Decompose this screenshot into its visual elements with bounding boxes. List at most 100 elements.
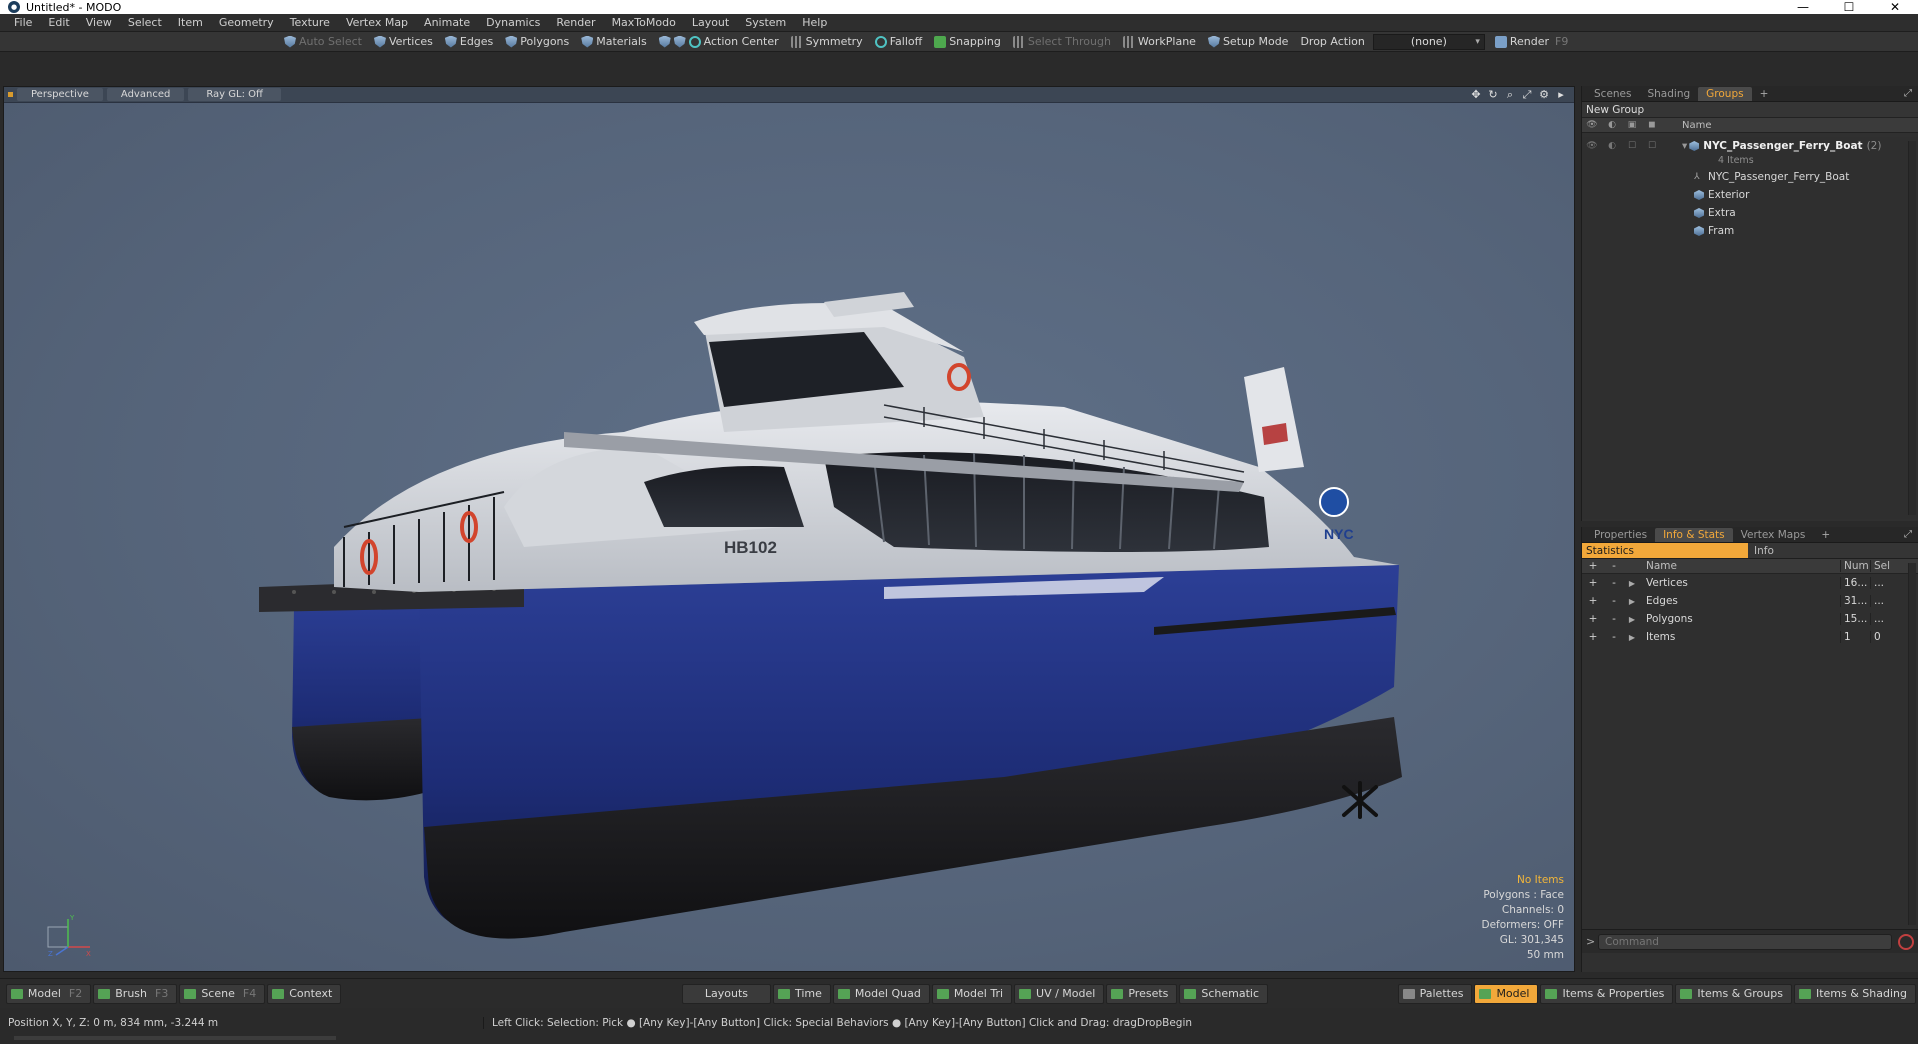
tree-item-extra[interactable]: Extra: [1582, 204, 1918, 222]
select-through-button[interactable]: Select Through: [1009, 33, 1117, 51]
expand-arrow-icon[interactable]: ▶: [1624, 633, 1640, 642]
context-layout-button[interactable]: Context: [267, 983, 342, 1004]
menu-geometry[interactable]: Geometry: [211, 16, 282, 29]
action-center-button[interactable]: Action Center: [655, 33, 785, 51]
add-tab-button[interactable]: +: [1752, 87, 1777, 101]
items-groups-icon: [1680, 988, 1693, 999]
collapse-all-icon[interactable]: -: [1604, 560, 1624, 572]
menu-dynamics[interactable]: Dynamics: [478, 16, 548, 29]
auto-select-button[interactable]: Auto Select: [280, 33, 368, 51]
items-properties-button[interactable]: Items & Properties: [1540, 983, 1674, 1004]
menu-view[interactable]: View: [78, 16, 120, 29]
expand-arrow-icon[interactable]: ▶: [1624, 579, 1640, 588]
group-row[interactable]: 👁 ◐ ☐ ☐ ▾ NYC_Passenger_Ferry_Boat (2): [1582, 137, 1918, 155]
tab-shading[interactable]: Shading: [1639, 87, 1698, 101]
materials-button[interactable]: Materials: [577, 33, 652, 51]
panel-expand-icon[interactable]: ⤢: [1904, 529, 1912, 540]
channels-text: Channels: 0: [1501, 904, 1564, 916]
palettes-button[interactable]: Palettes: [1397, 983, 1473, 1004]
command-history-icon[interactable]: >: [1586, 935, 1598, 948]
menu-system[interactable]: System: [737, 16, 794, 29]
menu-layout[interactable]: Layout: [684, 16, 737, 29]
tab-statistics[interactable]: Statistics: [1582, 543, 1748, 558]
menu-render[interactable]: Render: [548, 16, 603, 29]
close-button[interactable]: ✕: [1872, 0, 1918, 14]
remove-selection-icon[interactable]: -: [1604, 595, 1624, 607]
snapping-button[interactable]: Snapping: [930, 33, 1007, 51]
uv-model-button[interactable]: UV / Model: [1014, 983, 1105, 1004]
table-row[interactable]: + - ▶ Polygons 15... ...: [1582, 610, 1918, 628]
layouts-button[interactable]: Layouts: [681, 983, 771, 1004]
remove-selection-icon[interactable]: -: [1604, 577, 1624, 589]
menu-file[interactable]: File: [6, 16, 40, 29]
3d-viewport[interactable]: Perspective Advanced Ray GL: Off ✥ ↻ ⌕ ⤢…: [3, 86, 1575, 972]
command-bar: >: [1582, 929, 1918, 953]
tab-info-stats[interactable]: Info & Stats: [1655, 527, 1733, 542]
model-quad-button[interactable]: Model Quad: [832, 983, 930, 1004]
tab-properties[interactable]: Properties: [1586, 528, 1655, 542]
brush-layout-button[interactable]: Brush F3: [93, 983, 178, 1004]
menu-select[interactable]: Select: [120, 16, 170, 29]
table-row[interactable]: + - ▶ Items 1 0: [1582, 628, 1918, 646]
command-input[interactable]: [1598, 933, 1892, 950]
render-button[interactable]: Render F9: [1491, 33, 1575, 51]
tree-item-exterior[interactable]: Exterior: [1582, 186, 1918, 204]
add-selection-icon[interactable]: +: [1582, 613, 1604, 625]
remove-selection-icon[interactable]: -: [1604, 631, 1624, 643]
model-tri-button[interactable]: Model Tri: [931, 983, 1013, 1004]
remove-selection-icon[interactable]: -: [1604, 613, 1624, 625]
workplane-button[interactable]: WorkPlane: [1119, 33, 1202, 51]
items-groups-button[interactable]: Items & Groups: [1675, 983, 1792, 1004]
menu-item[interactable]: Item: [170, 16, 211, 29]
table-row[interactable]: + - ▶ Edges 31... ...: [1582, 592, 1918, 610]
add-selection-icon[interactable]: +: [1582, 595, 1604, 607]
time-button[interactable]: Time: [773, 983, 831, 1004]
scene-layout-button[interactable]: Scene F4: [179, 983, 266, 1004]
model-tab-button[interactable]: Model: [1474, 983, 1539, 1004]
tab-scenes[interactable]: Scenes: [1586, 87, 1639, 101]
expand-arrow-icon[interactable]: ▶: [1624, 615, 1640, 624]
expand-all-icon[interactable]: +: [1582, 560, 1604, 572]
presets-button[interactable]: Presets: [1106, 983, 1178, 1004]
setup-mode-button[interactable]: Setup Mode: [1204, 33, 1294, 51]
tree-item-locator[interactable]: ⅄ NYC_Passenger_Ferry_Boat: [1582, 168, 1918, 186]
group-lock-toggle[interactable]: ☐: [1622, 141, 1642, 151]
panel-expand-icon[interactable]: ⤢: [1904, 88, 1912, 99]
symmetry-button[interactable]: Symmetry: [787, 33, 869, 51]
group-visibility-toggle[interactable]: 👁: [1582, 141, 1602, 151]
record-macro-icon[interactable]: [1898, 933, 1914, 950]
add-tab-button[interactable]: +: [1813, 528, 1838, 542]
schematic-button[interactable]: Schematic: [1179, 983, 1269, 1004]
expand-arrow-icon[interactable]: ▶: [1624, 597, 1640, 606]
falloff-button[interactable]: Falloff: [871, 33, 928, 51]
menu-animate[interactable]: Animate: [416, 16, 478, 29]
maximize-button[interactable]: ☐: [1826, 0, 1872, 14]
vertices-button[interactable]: Vertices: [370, 33, 439, 51]
add-selection-icon[interactable]: +: [1582, 631, 1604, 643]
menu-vertex-map[interactable]: Vertex Map: [338, 16, 416, 29]
menu-help[interactable]: Help: [794, 16, 835, 29]
no-items-text: No Items: [1517, 874, 1564, 886]
expand-arrow-icon[interactable]: ▾: [1682, 140, 1687, 152]
items-shading-button[interactable]: Items & Shading: [1793, 983, 1916, 1004]
tab-vertex-maps[interactable]: Vertex Maps: [1733, 528, 1814, 542]
drop-action-select[interactable]: (none): [1372, 33, 1485, 50]
edges-button[interactable]: Edges: [441, 33, 499, 51]
group-render-toggle[interactable]: ◐: [1602, 141, 1622, 151]
groups-scrollbar[interactable]: [1908, 141, 1916, 515]
add-selection-icon[interactable]: +: [1582, 577, 1604, 589]
minimize-button[interactable]: —: [1780, 0, 1826, 14]
name-column-header: Name: [1682, 119, 1712, 131]
menu-texture[interactable]: Texture: [282, 16, 338, 29]
polygons-button[interactable]: Polygons: [501, 33, 575, 51]
statistics-scrollbar[interactable]: [1908, 563, 1916, 925]
tab-groups[interactable]: Groups: [1698, 86, 1752, 101]
group-select-toggle[interactable]: ☐: [1642, 141, 1662, 151]
tab-info[interactable]: Info: [1748, 543, 1918, 558]
table-row[interactable]: + - ▶ Vertices 16... ...: [1582, 574, 1918, 592]
tree-item-fram[interactable]: Fram: [1582, 222, 1918, 240]
model-layout-button[interactable]: Model F2: [5, 983, 92, 1004]
new-group-button[interactable]: New Group: [1582, 102, 1918, 118]
menu-edit[interactable]: Edit: [40, 16, 77, 29]
menu-maxtomodo[interactable]: MaxToModo: [604, 16, 684, 29]
